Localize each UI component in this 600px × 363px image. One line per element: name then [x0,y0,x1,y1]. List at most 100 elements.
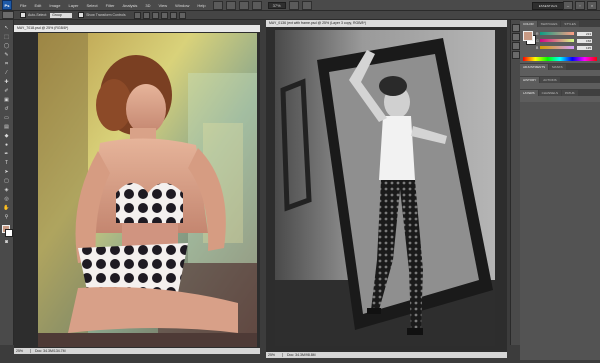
tab-adjustments[interactable]: ADJUSTMENTS [520,64,549,70]
quick-mask-icon[interactable]: ◙ [2,238,11,246]
healing-brush-tool-icon[interactable]: ✚ [2,78,11,86]
document-tab-2[interactable]: MAY_0136 (ext with frame.psd @ 25% (Laye… [266,20,507,27]
zoom-tool-icon[interactable] [251,0,262,10]
photoshop-logo: Ps [2,0,12,10]
adjustments-panel-tabs: ADJUSTMENTS MASKS [520,63,600,70]
zoom-tool-icon[interactable]: ⚲ [2,213,11,221]
tab-layers[interactable]: LAYERS [520,90,538,96]
status-zoom-1[interactable]: 25% [14,349,31,353]
menu-filter[interactable]: Filter [102,3,119,8]
layers-panel [520,96,600,102]
transform-controls-checkbox[interactable] [78,12,85,18]
document-tab-1[interactable]: MAY_7018.psd @ 25% (RGB/8*) [14,25,260,32]
panel-empty-area [520,110,600,360]
foreground-color-swatch[interactable] [523,31,533,41]
bridge-icon[interactable] [212,0,223,10]
crop-tool-icon[interactable]: ⌗ [2,60,11,68]
tab-history[interactable]: HISTORY [520,77,540,83]
history-panel-icon[interactable] [512,24,520,32]
auto-select-dropdown[interactable]: Group [50,12,73,18]
menu-window[interactable]: Window [171,3,193,8]
eyedropper-tool-icon[interactable]: ⁄ [2,69,11,77]
type-tool-icon[interactable]: T [2,159,11,167]
red-slider[interactable] [540,32,574,35]
align-center-icon[interactable] [169,11,177,19]
screen-mode-icon[interactable] [301,0,312,10]
blue-slider[interactable] [540,46,574,49]
window-controls: – ▫ × [563,1,597,10]
hand-tool-icon[interactable]: ✋ [2,204,11,212]
menu-layer[interactable]: Layer [64,3,82,8]
move-tool-preset-icon[interactable] [2,11,14,19]
document-canvas-2[interactable] [275,30,495,346]
align-middle-icon[interactable] [142,11,150,19]
blur-tool-icon[interactable]: ◆ [2,132,11,140]
dodge-tool-icon[interactable]: ● [2,141,11,149]
workspace-switcher[interactable]: ESSENTIALS [532,2,564,10]
menu-help[interactable]: Help [193,3,209,8]
menu-select[interactable]: Select [83,3,102,8]
status-bar-2: 25% Doc: 34.3M/98.8M [266,352,507,358]
shape-tool-icon[interactable]: ▢ [2,177,11,185]
bw-frame-photo [275,30,495,346]
align-top-icon[interactable] [133,11,141,19]
red-value[interactable]: 213 [577,31,592,36]
status-zoom-2[interactable]: 25% [266,353,283,357]
arrange-documents-icon[interactable] [288,0,299,10]
tools-panel: ↖ ⬚ ◯ ✎ ⌗ ⁄ ✚ ✐ ▣ ↺ ▭ ▤ ◆ ● ✒ T ➤ ▢ ◈ ◎ … [0,20,14,345]
menu-3d[interactable]: 3D [141,3,154,8]
document-canvas-1[interactable] [38,33,257,347]
path-select-tool-icon[interactable]: ➤ [2,168,11,176]
green-value[interactable]: 158 [577,38,592,43]
zoom-level[interactable]: 37% [267,1,286,9]
color-spectrum-ramp[interactable] [523,57,597,61]
red-slider-row: R 213 [536,31,598,36]
eraser-tool-icon[interactable]: ▭ [2,114,11,122]
brushes-panel-icon[interactable] [512,42,520,50]
document-window-2[interactable]: MAY_0136 (ext with frame.psd @ 25% (Laye… [266,20,507,358]
menu-file[interactable]: File [16,3,30,8]
clone-stamp-tool-icon[interactable]: ▣ [2,96,11,104]
clone-source-panel-icon[interactable] [512,51,520,59]
pinup-photo [38,33,257,347]
align-bottom-icon[interactable] [151,11,159,19]
hand-tool-icon[interactable] [238,0,249,10]
panel-icon-strip [510,20,520,345]
blue-value[interactable]: 135 [577,45,592,50]
maximize-button[interactable]: ▫ [575,1,585,10]
status-doc-size-2[interactable]: Doc: 34.3M/98.8M [283,353,316,357]
background-color-swatch[interactable] [5,229,13,237]
gradient-tool-icon[interactable]: ▤ [2,123,11,131]
layers-panel-tabs: LAYERS CHANNELS PATHS [520,89,600,96]
menu-image[interactable]: Image [45,3,64,8]
tab-paths[interactable]: PATHS [561,90,578,96]
quick-select-tool-icon[interactable]: ✎ [2,51,11,59]
history-brush-tool-icon[interactable]: ↺ [2,105,11,113]
pen-tool-icon[interactable]: ✒ [2,150,11,158]
document-window-1[interactable]: MAY_7018.psd @ 25% (RGB/8*) 25% Doc: 34.… [14,25,260,354]
move-tool-icon[interactable]: ↖ [2,24,11,32]
brush-tool-icon[interactable]: ✐ [2,87,11,95]
menu-bar: Ps File Edit Image Layer Select Filter A… [0,0,600,11]
close-button[interactable]: × [587,1,597,10]
tab-actions[interactable]: ACTIONS [540,77,560,83]
minimize-button[interactable]: – [563,1,573,10]
green-slider-row: G 158 [536,38,598,43]
3d-rotate-tool-icon[interactable]: ◈ [2,186,11,194]
menu-analysis[interactable]: Analysis [119,3,142,8]
align-right-icon[interactable] [178,11,186,19]
3d-orbit-tool-icon[interactable]: ◎ [2,195,11,203]
green-slider[interactable] [540,39,574,42]
tab-channels[interactable]: CHANNELS [538,90,561,96]
align-left-icon[interactable] [160,11,168,19]
tab-masks[interactable]: MASKS [549,64,566,70]
status-doc-size-1[interactable]: Doc: 34.3M/134.7M [31,349,66,353]
blue-slider-row: B 135 [536,45,598,50]
menu-view[interactable]: View [155,3,172,8]
lasso-tool-icon[interactable]: ◯ [2,42,11,50]
marquee-tool-icon[interactable]: ⬚ [2,33,11,41]
mini-bridge-icon[interactable] [225,0,236,10]
menu-edit[interactable]: Edit [30,3,45,8]
auto-select-checkbox[interactable] [20,12,26,18]
actions-panel-icon[interactable] [512,33,520,41]
